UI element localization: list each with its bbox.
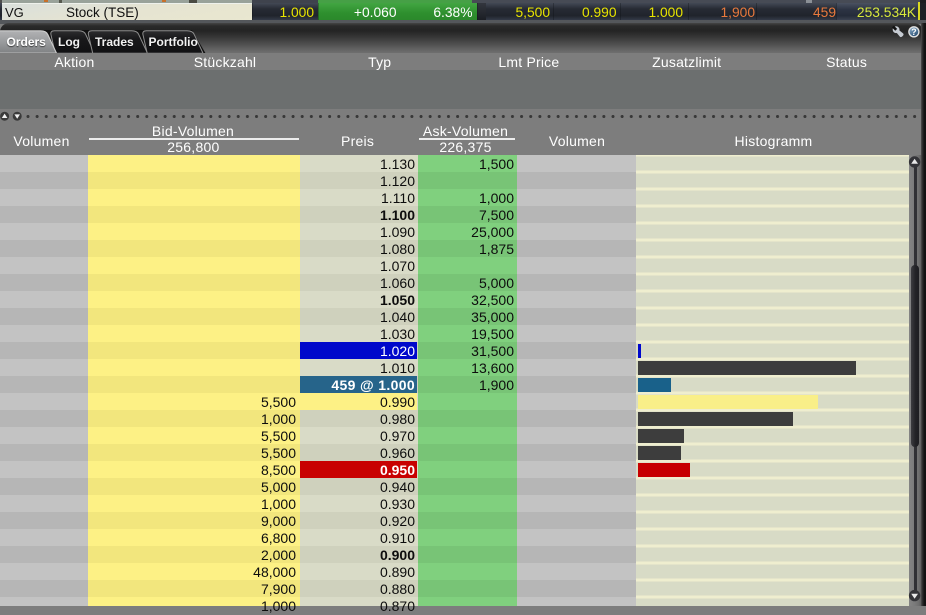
svg-text:?: ? <box>911 27 916 37</box>
